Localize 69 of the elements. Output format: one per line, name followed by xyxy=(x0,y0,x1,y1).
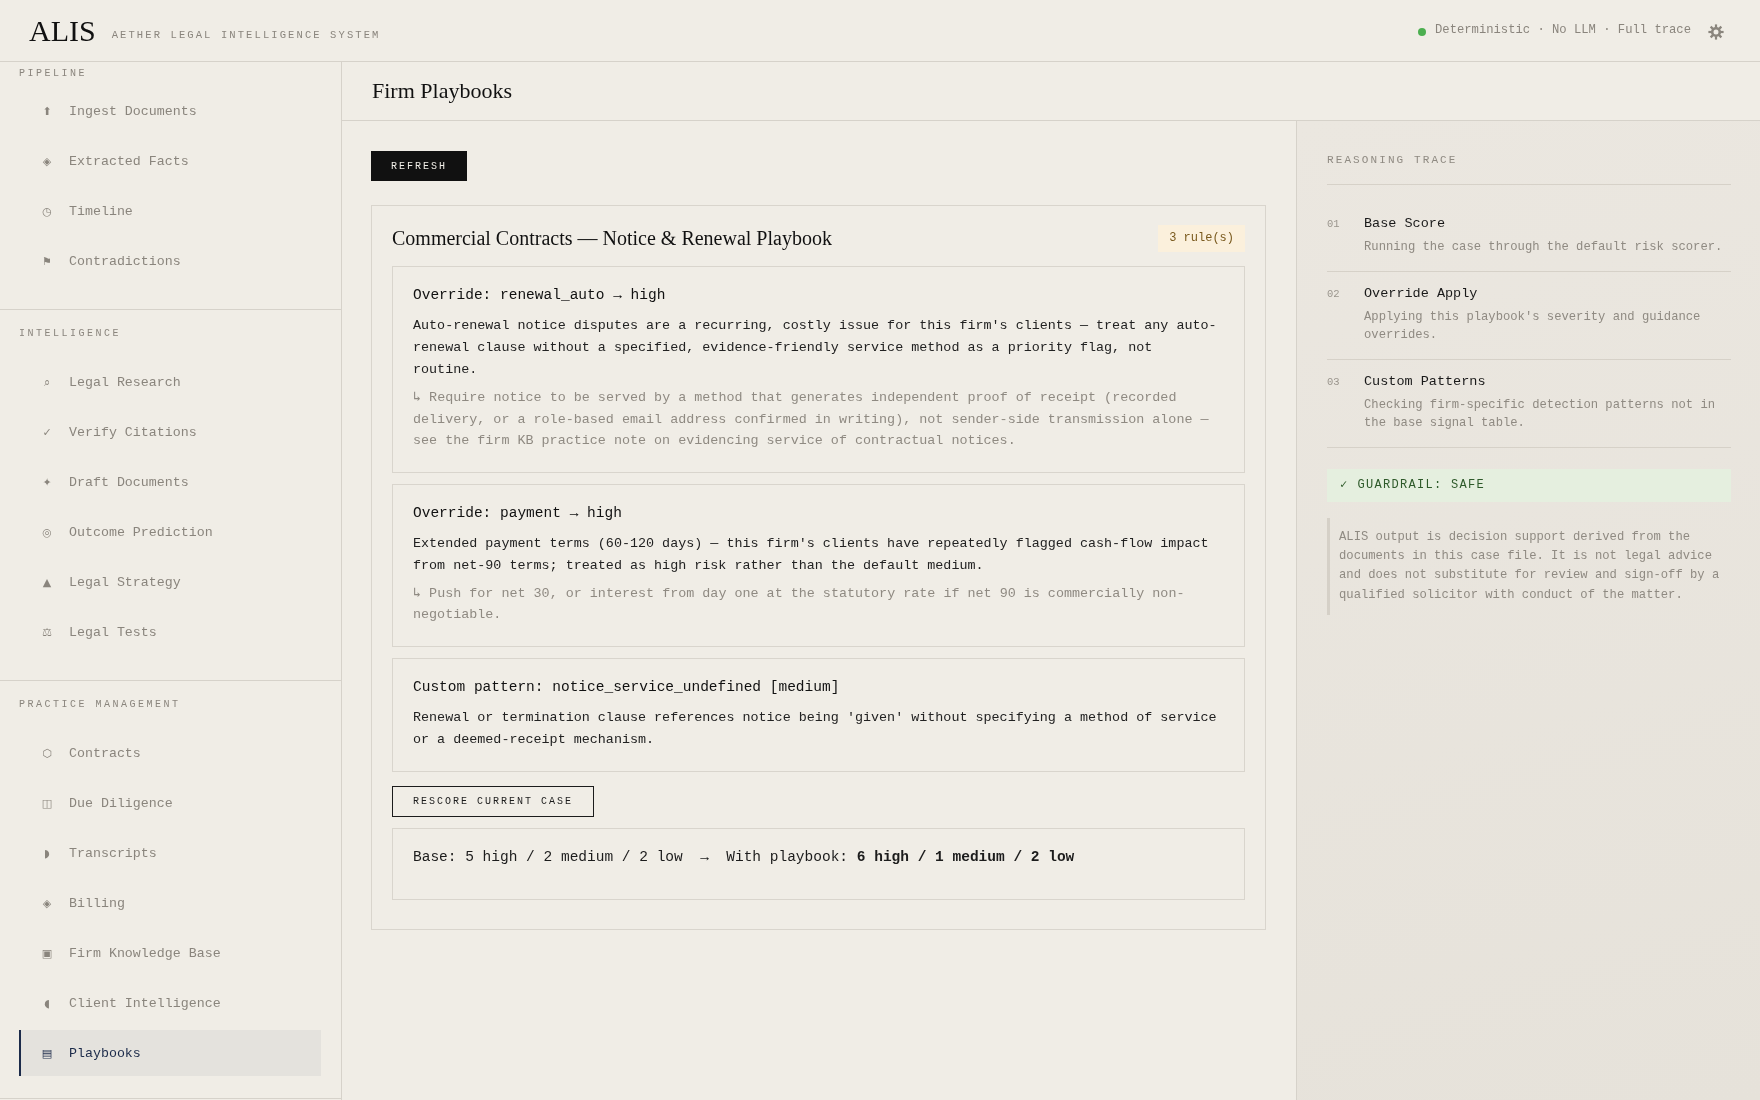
sparkle-icon: ✦ xyxy=(42,476,52,488)
half-circle-icon: ◗ xyxy=(44,847,50,859)
nav-item[interactable]: ◎ Outcome Prediction xyxy=(19,509,321,555)
nav-item[interactable]: ◖ Client Intelligence xyxy=(19,980,321,1026)
status-dot-icon xyxy=(1418,28,1426,36)
nav-item[interactable]: ✓ Verify Citations xyxy=(19,409,321,455)
search-icon: ⌕ xyxy=(44,376,50,388)
nav-item[interactable]: ⚑ Contradictions xyxy=(19,238,321,284)
score-comparison-text: Base: 5 high / 2 medium / 2 low → With playbook: 6 high / 1 medium / 2 low xyxy=(413,848,1075,865)
nav-item[interactable]: ⬡ Contracts xyxy=(19,730,321,776)
step-number: 01 xyxy=(1327,217,1341,232)
filled-square-icon: ▣ xyxy=(41,947,53,959)
nav-item[interactable]: ◷ Timeline xyxy=(19,188,321,234)
nav-item[interactable]: ◫ Due Diligence xyxy=(19,780,321,826)
rule-title: Override: payment → high xyxy=(413,503,623,523)
target-icon: ◎ xyxy=(42,526,52,538)
rule-guidance: ↳ Require notice to be served by a method that generates independent proof of receipt (recorded delivery, or a role-based email address confirmed in writing), not sender-side transmission alone — see the firm KB practice note on evidencing service of contractual notices. xyxy=(413,389,1210,450)
app-logo: ALIS xyxy=(29,15,96,46)
rule-description: Extended payment terms (60-120 days) — this firm's clients have repeatedly flagged cash-flow impact from net-90 terms; treated as high risk rather than the default medium. xyxy=(413,534,1210,575)
check-icon: ✓ xyxy=(42,426,52,438)
rule-count-badge: 3 rule(s) xyxy=(1158,224,1245,252)
step-title: Custom Patterns xyxy=(1364,372,1487,391)
nav-item[interactable]: ◈ Extracted Facts xyxy=(19,138,321,184)
section-label: PRACTICE MANAGEMENT xyxy=(19,699,182,711)
half-circle-icon: ◖ xyxy=(44,997,50,1009)
disclaimer-note: ALIS output is decision support derived from the documents in this case file. It is not legal advice and does not substitute for review and sign-off by a qualified solicitor with conduct of the matter. xyxy=(1327,517,1731,616)
nav-item[interactable]: ⬆ Ingest Documents xyxy=(19,88,321,134)
trace-heading: REASONING TRACE xyxy=(1327,153,1459,167)
section-label: INTELLIGENCE xyxy=(19,328,122,340)
split-square-icon: ◫ xyxy=(41,797,53,809)
guardrail-label: GUARDRAIL: SAFE xyxy=(1357,477,1486,493)
nav-item[interactable]: ✦ Draft Documents xyxy=(19,459,321,505)
nav-item[interactable]: ◈ Billing xyxy=(19,880,321,926)
nav-item[interactable]: ▲ Legal Strategy xyxy=(19,559,321,605)
scales-icon: ⚖ xyxy=(42,626,52,638)
step-title: Override Apply xyxy=(1364,284,1479,303)
rule-title: Override: renewal_auto → high xyxy=(413,286,667,305)
section-label: PIPELINE xyxy=(19,68,88,80)
rule-guidance: ↳ Push for net 30, or interest from day one at the statutory rate if net 90 is commercially non-negotiable. xyxy=(413,584,1186,624)
rule-description: Auto-renewal notice disputes are a recurring, costly issue for this firm's clients — treat any auto-renewal clause without a specified, evidence-friendly service method as a priority flag, not routine. xyxy=(413,317,1218,379)
nav-item[interactable]: ⌕ Legal Research xyxy=(19,359,321,405)
step-description: Applying this playbook's severity and guidance overrides. xyxy=(1364,308,1702,344)
rule-description: Renewal or termination clause references notice being 'given' without specifying a method of service or a deemed-receipt mechanism. xyxy=(413,708,1218,749)
flag-icon: ⚑ xyxy=(42,255,52,267)
step-number: 02 xyxy=(1327,286,1341,302)
hexagon-icon: ⬡ xyxy=(42,747,52,759)
step-description: Running the case through the default risk scorer. xyxy=(1364,239,1724,256)
nav-item[interactable]: ⚖ Legal Tests xyxy=(19,609,321,655)
lined-square-icon: ▤ xyxy=(41,1047,53,1059)
nav-item[interactable]: ▣ Firm Knowledge Base xyxy=(19,930,321,976)
rule-title: Custom pattern: notice_service_undefined [medium] xyxy=(413,677,841,697)
triangle-icon: ▲ xyxy=(42,576,52,588)
check-icon: ✓ xyxy=(1340,479,1349,491)
playbook-title: Commercial Contracts — Notice & Renewal Playbook xyxy=(392,226,832,251)
clock-icon: ◷ xyxy=(42,205,52,217)
step-title: Base Score xyxy=(1364,215,1446,233)
up-arrow-icon: ⬆ xyxy=(42,105,52,117)
nav-item[interactable]: ▤ Playbooks xyxy=(19,1030,321,1076)
rescore-button[interactable]: RESCORE CURRENT CASE xyxy=(392,785,595,817)
nav-item[interactable]: ◗ Transcripts xyxy=(19,830,321,876)
refresh-button[interactable]: REFRESH xyxy=(371,151,467,181)
step-description: Checking firm-specific detection patterns not in the base signal table. xyxy=(1364,396,1717,432)
status-text: Deterministic · No LLM · Full trace xyxy=(1435,23,1691,38)
app-tagline: AETHER LEGAL INTELLIGENCE SYSTEM xyxy=(111,28,381,42)
settings-icon[interactable] xyxy=(1708,23,1724,40)
step-number: 03 xyxy=(1327,374,1341,390)
diamond-icon: ◈ xyxy=(42,155,52,167)
diamond-icon: ◈ xyxy=(42,897,52,909)
page-title: Firm Playbooks xyxy=(372,77,512,105)
